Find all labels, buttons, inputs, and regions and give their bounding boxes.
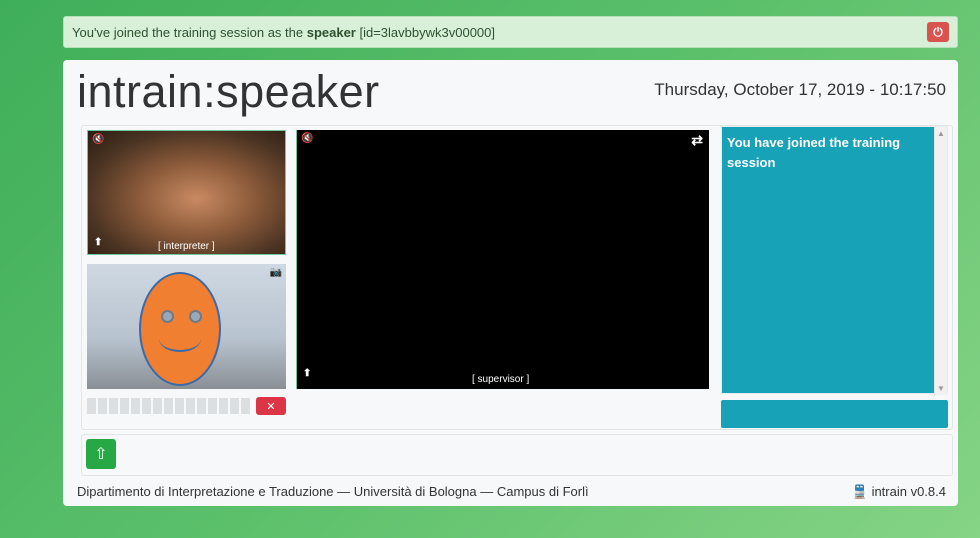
chat-scrollbar[interactable]: ▲ ▼ bbox=[934, 127, 947, 395]
level-bar bbox=[230, 398, 239, 414]
smiley-avatar bbox=[139, 272, 221, 386]
level-bar bbox=[241, 398, 250, 414]
smile bbox=[159, 326, 201, 352]
audio-level-meter bbox=[87, 398, 250, 414]
alert-message: You've joined the training session as th… bbox=[72, 25, 495, 40]
upload-button[interactable]: ⇧ bbox=[86, 439, 116, 469]
level-bar bbox=[208, 398, 217, 414]
level-bar bbox=[131, 398, 140, 414]
file-upload-icon[interactable]: ⬆ bbox=[94, 237, 102, 248]
level-bar bbox=[98, 398, 107, 414]
level-bar bbox=[186, 398, 195, 414]
file-upload-icon[interactable]: ⬆ bbox=[303, 368, 311, 379]
level-bar bbox=[120, 398, 129, 414]
camera-off-icon[interactable]: 📷 bbox=[270, 267, 282, 278]
supervisor-label: [ supervisor ] bbox=[472, 374, 530, 385]
chat-message: You have joined the training session bbox=[727, 135, 901, 170]
speaker-video[interactable]: 📷 bbox=[87, 264, 286, 389]
mic-off-icon: ✕ bbox=[266, 400, 276, 413]
level-bar bbox=[87, 398, 96, 414]
session-alert: You've joined the training session as th… bbox=[63, 16, 958, 48]
swap-icon[interactable]: ⇄ bbox=[691, 132, 703, 149]
level-bar bbox=[153, 398, 162, 414]
scroll-up-icon[interactable]: ▲ bbox=[937, 129, 945, 138]
level-bar bbox=[142, 398, 151, 414]
level-bar bbox=[197, 398, 206, 414]
page-title: intrain:speaker bbox=[77, 66, 380, 117]
mic-mute-button[interactable]: ✕ bbox=[256, 397, 286, 415]
level-bar bbox=[109, 398, 118, 414]
level-bar bbox=[164, 398, 173, 414]
chat-input[interactable] bbox=[721, 400, 948, 428]
video-panel: 🔇 ⬆ [ interpreter ] 📷 🔇 ⇄ ⬆ [ supervisor… bbox=[81, 125, 953, 430]
right-eye bbox=[189, 310, 202, 323]
left-eye bbox=[161, 310, 174, 323]
supervisor-video[interactable]: 🔇 ⇄ ⬆ [ supervisor ] bbox=[296, 130, 709, 389]
mute-icon[interactable]: 🔇 bbox=[301, 133, 313, 144]
footer-version: intrain v0.8.4 bbox=[871, 484, 946, 499]
alert-prefix: You've joined the training session as th… bbox=[72, 25, 307, 40]
file-upload-icon: ⇧ bbox=[94, 446, 108, 463]
interpreter-video[interactable]: 🔇 ⬆ [ interpreter ] bbox=[87, 130, 286, 255]
leave-session-button[interactable]: ⏻ bbox=[927, 22, 949, 42]
upload-toolbar: ⇧ bbox=[81, 434, 953, 476]
train-icon: 🚆 bbox=[851, 484, 868, 499]
alert-suffix: [id=3lavbbywk3v00000] bbox=[355, 25, 495, 40]
scroll-down-icon[interactable]: ▼ bbox=[937, 384, 945, 393]
chat-log[interactable]: You have joined the training session ▲ ▼ bbox=[721, 126, 948, 395]
level-bar bbox=[175, 398, 184, 414]
interpreter-label: [ interpreter ] bbox=[158, 241, 215, 252]
main-card: intrain:speaker Thursday, October 17, 20… bbox=[63, 60, 958, 506]
footer-version-wrap: 🚆 intrain v0.8.4 bbox=[852, 484, 946, 500]
level-bar bbox=[219, 398, 228, 414]
power-icon: ⏻ bbox=[933, 24, 943, 39]
alert-role: speaker bbox=[306, 25, 356, 40]
mute-icon[interactable]: 🔇 bbox=[92, 134, 104, 145]
footer-department: Dipartimento di Interpretazione e Traduz… bbox=[77, 484, 589, 499]
datetime: Thursday, October 17, 2019 - 10:17:50 bbox=[654, 80, 946, 99]
